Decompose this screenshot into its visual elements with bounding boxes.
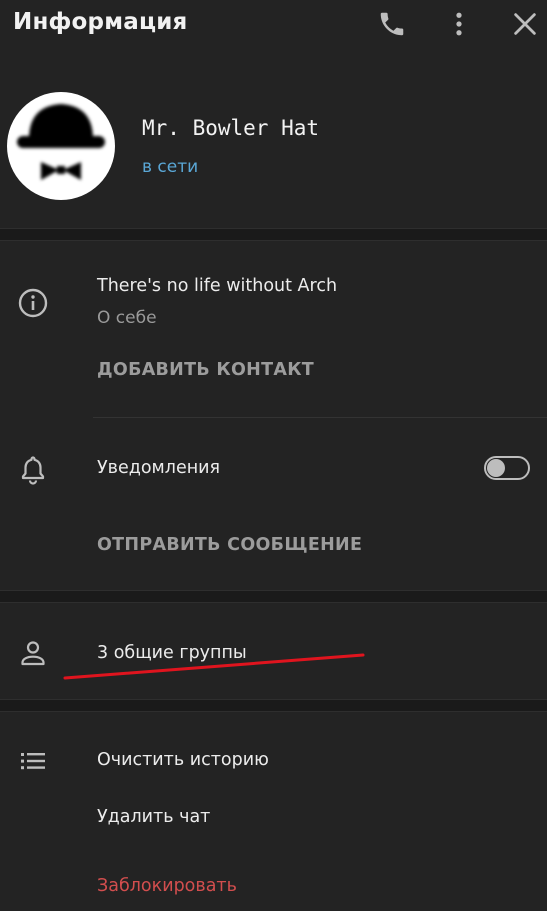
- delete-chat-button[interactable]: Удалить чат: [97, 807, 210, 827]
- online-status: в сети: [142, 157, 199, 177]
- phone-icon[interactable]: [377, 9, 407, 39]
- avatar[interactable]: [7, 92, 115, 200]
- profile-name: Mr. Bowler Hat: [142, 116, 320, 140]
- close-icon[interactable]: [510, 9, 540, 39]
- clear-history-button[interactable]: Очистить историю: [97, 750, 269, 770]
- notifications-toggle[interactable]: [484, 456, 530, 480]
- bio-label: О себе: [97, 308, 157, 328]
- info-icon: [17, 287, 49, 319]
- section-separator: [0, 228, 547, 241]
- header: Информация: [0, 0, 547, 52]
- list-icon: [17, 745, 49, 777]
- block-user-button[interactable]: Заблокировать: [97, 876, 237, 896]
- divider: [93, 417, 547, 418]
- bell-icon: [17, 453, 49, 485]
- section-separator: [0, 590, 547, 603]
- bio-text: There's no life without Arch: [97, 276, 338, 296]
- page-title: Информация: [13, 9, 188, 35]
- notifications-label: Уведомления: [97, 458, 221, 478]
- common-groups-link[interactable]: 3 общие группы: [97, 643, 247, 663]
- more-vertical-icon[interactable]: [444, 9, 474, 39]
- send-message-button[interactable]: ОТПРАВИТЬ СООБЩЕНИЕ: [97, 535, 362, 555]
- add-contact-button[interactable]: ДОБАВИТЬ КОНТАКТ: [97, 360, 314, 380]
- profile-section: Mr. Bowler Hat в сети: [0, 52, 547, 228]
- user-icon: [17, 637, 49, 669]
- section-separator: [0, 699, 547, 712]
- toggle-knob: [487, 459, 505, 477]
